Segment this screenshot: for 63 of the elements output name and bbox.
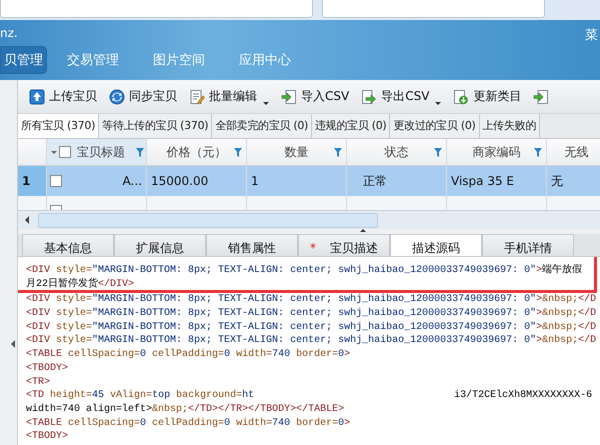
code-line: <DIV style="MARGIN-BOTTOM: 8px; TEXT-ALIGN: center; swhj_haibao_12000033749039697: 0">&nbsp;</D (26, 307, 596, 321)
code-line: <TR> (26, 376, 50, 390)
filter-icon[interactable] (434, 148, 442, 157)
filter-icon[interactable] (334, 148, 342, 157)
filter-icon[interactable] (234, 148, 242, 157)
document-pencil-icon (189, 88, 205, 104)
filter-icon[interactable] (534, 148, 542, 157)
document-arrow-icon (533, 88, 550, 104)
table-cell: A... (122, 174, 142, 188)
code-line: 月22日暂停发货</DIV> (26, 278, 134, 292)
sync-icon (109, 88, 125, 104)
code-line: i3/T2CElcXh8MXXXXXXXX-6 (454, 389, 592, 403)
document-arrow-icon (361, 88, 378, 104)
code-line: <TBODY> (26, 362, 68, 376)
code-line: <DIV style="MARGIN-BOTTOM: 8px; TEXT-ALIGN: center; swhj_haibao_12000033749039697: 0">&nbsp;</D (26, 293, 596, 308)
toolbar-button[interactable]: 导入CSV (276, 84, 354, 108)
column-header[interactable]: 价格（元） (147, 139, 247, 165)
tab[interactable]: 扩展信息 (114, 234, 206, 256)
column-header[interactable]: 无线 (547, 139, 600, 165)
toolbar-button[interactable]: 更新类目 (448, 84, 526, 108)
code-line: <DIV style="MARGIN-BOTTOM: 8px; TEXT-ALIGN: center; swhj_haibao_12000033749039697: 0">&nbsp;</D (26, 320, 596, 334)
document-download-icon (453, 88, 470, 104)
filter-icon[interactable] (136, 148, 144, 157)
nav-tab[interactable]: 贝管理 (0, 46, 47, 74)
row-number: 1 (18, 166, 47, 196)
input-field[interactable] (0, 0, 313, 18)
column-header[interactable]: 宝贝标题 (47, 139, 147, 165)
tab[interactable]: 基本信息 (22, 234, 114, 256)
code-line: <DIV style="MARGIN-BOTTOM: 8px; TEXT-ALIGN: center; swhj_haibao_12000033749039697: 0">&nbsp;</D (26, 334, 596, 348)
toolbar-button[interactable]: 上传宝贝 (24, 84, 102, 108)
code-line: <TD height=45 vAlign=top background=ht (26, 389, 254, 403)
required-mark: * (310, 241, 316, 255)
upload-icon (29, 88, 45, 104)
user-label: 菜 (585, 27, 598, 45)
tab[interactable]: 更改过的宝贝 (0) (390, 114, 480, 138)
code-line: <TABLE cellSpacing=0 cellPadding=0 width=740 border=0> (26, 348, 350, 362)
toolbar-button[interactable]: 导出CSV (356, 84, 446, 108)
column-header[interactable]: 状态 (347, 139, 447, 165)
tab[interactable]: 违规的宝贝 (0) (312, 114, 390, 138)
scrollbar-thumb[interactable] (38, 212, 378, 228)
toolbar-button[interactable]: 同步宝贝 (104, 84, 182, 108)
checkbox[interactable] (59, 146, 71, 158)
code-line: <TABLE cellSpacing=0 cellPadding=0 width=740 border=0> (26, 416, 350, 430)
document-arrow-icon (281, 88, 297, 104)
column-header[interactable]: 数量 (247, 139, 347, 165)
scroll-left-icon[interactable] (25, 216, 29, 224)
code-line: <TBODY> (26, 430, 68, 444)
code-line: <DIV style="MARGIN-BOTTOM: 8px; TEXT-ALIGN: center; swhj_haibao_12000033749039697: 0">端午放假 (26, 264, 582, 278)
toolbar-button[interactable]: 批量编辑 (184, 84, 274, 108)
checkbox[interactable] (50, 175, 62, 187)
tab[interactable]: 手机详情 (482, 234, 574, 256)
tab[interactable]: 等待上传的宝贝 (370) (99, 114, 212, 138)
column-header[interactable]: 商家编码 (447, 139, 547, 165)
tab[interactable]: * 宝贝描述 (298, 234, 390, 256)
tab[interactable]: 描述源码 (390, 234, 482, 256)
input-field[interactable] (322, 0, 545, 18)
code-line: width=740 align=left>&nbsp;</TD></TR></TBODY></TABLE> (26, 402, 344, 417)
app-title: nz. (0, 26, 18, 42)
tab[interactable]: 销售属性 (206, 234, 298, 256)
tab[interactable]: 上传失败的 (480, 114, 540, 138)
tab[interactable]: 全部卖完的宝贝 (0) (212, 114, 312, 138)
horizontal-scrollbar[interactable] (18, 210, 600, 229)
tab[interactable]: 所有宝贝 (370) (18, 114, 100, 138)
